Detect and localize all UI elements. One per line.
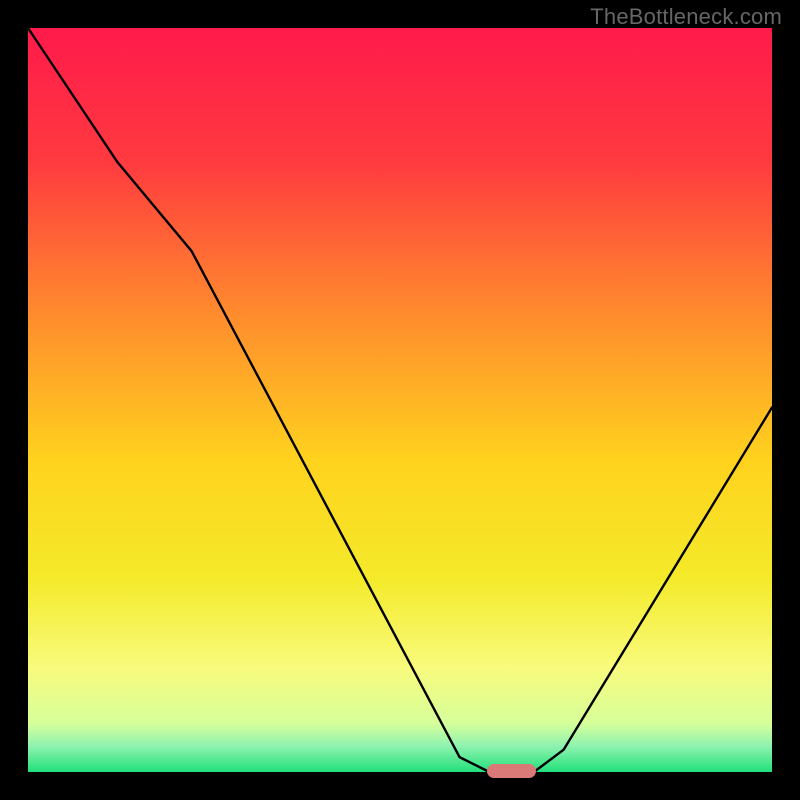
chart-svg	[28, 28, 772, 772]
watermark-label: TheBottleneck.com	[590, 4, 782, 30]
chart-frame: TheBottleneck.com	[0, 0, 800, 800]
chart-background	[28, 28, 772, 772]
plot-area	[28, 28, 772, 772]
minimum-marker	[487, 764, 536, 778]
